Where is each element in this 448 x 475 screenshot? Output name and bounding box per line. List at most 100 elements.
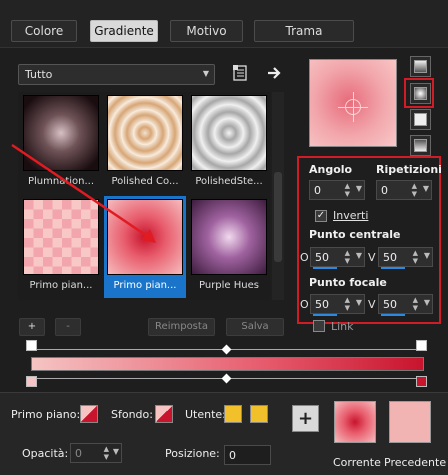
scrollbar-thumb[interactable] (274, 172, 282, 262)
gradient-category-select[interactable]: Tutto ▼ (18, 64, 215, 85)
link-label: Link (331, 320, 354, 333)
arrow-right-icon[interactable] (266, 64, 284, 82)
crosshair-v (353, 92, 354, 122)
save-button[interactable]: Salva (226, 318, 284, 336)
current-label: Corrente (333, 456, 381, 469)
center-v-value: 50 (383, 251, 397, 264)
thumbnail-caption: Primo pian... (29, 280, 93, 291)
category-value: Tutto (25, 68, 53, 81)
chevron-down-icon[interactable]: ▼ (356, 184, 362, 193)
tab-bar: Colore Gradiente Motivo Trama (0, 0, 448, 48)
reset-button[interactable]: Reimposta (148, 318, 215, 336)
angle-stepper[interactable]: 0 ▲ ▼ ▼ (309, 180, 365, 200)
focal-v-label: V (368, 298, 376, 311)
focal-v-slider[interactable] (381, 314, 405, 316)
center-v-label: V (368, 251, 376, 264)
add-gradient-button[interactable]: + (19, 318, 45, 336)
center-point-label: Punto centrale (309, 228, 401, 241)
style-radial-button[interactable] (410, 135, 431, 156)
focal-o-stepper[interactable]: 50 ▲ ▼ ▼ (310, 294, 365, 316)
opacity-label: Opacità: (22, 447, 69, 460)
color-midpoint[interactable] (221, 373, 232, 384)
color-stop-left[interactable] (26, 376, 37, 387)
previous-label: Precedente (384, 456, 447, 469)
style-linear-button[interactable] (410, 56, 431, 77)
position-label: Posizione: (165, 447, 220, 460)
previous-gradient-swatch[interactable] (389, 401, 431, 443)
tab-motivo[interactable]: Motivo (170, 20, 243, 42)
foreground-label: Primo piano: (11, 408, 81, 421)
chevron-down-icon: ▼ (202, 69, 209, 78)
stepper-arrows-icon[interactable]: ▲ ▼ (345, 249, 350, 265)
thumbnail-swatch (191, 199, 267, 275)
center-o-slider[interactable] (313, 267, 337, 269)
tab-trama[interactable]: Trama (254, 20, 354, 42)
opacity-stop-right[interactable] (416, 340, 427, 351)
style-highlight-box (404, 78, 434, 108)
gradient-bar[interactable] (31, 357, 424, 371)
radial-gradient-icon (414, 139, 427, 152)
center-o-stepper[interactable]: 50 ▲ ▼ ▼ (310, 247, 365, 269)
tab-gradiente[interactable]: Gradiente (90, 20, 158, 42)
opacity-stop-left[interactable] (26, 340, 37, 351)
stepper-arrows-icon[interactable]: ▲ ▼ (104, 445, 109, 461)
focal-o-value: 50 (315, 298, 329, 311)
chevron-down-icon[interactable]: ▼ (424, 251, 430, 260)
color-stop-right[interactable] (416, 376, 427, 387)
background-label: Sfondo: (111, 408, 153, 421)
stepper-arrows-icon[interactable]: ▲ ▼ (345, 296, 350, 312)
thumbnail-polished-steel[interactable]: PolishedSte... (188, 92, 270, 194)
annotation-arrow (11, 143, 156, 243)
current-gradient-swatch (334, 401, 376, 443)
stepper-arrows-icon[interactable]: ▲ ▼ (413, 249, 418, 265)
thumbnail-caption: Primo pian... (113, 280, 177, 291)
opacity-midpoint[interactable] (221, 344, 232, 355)
chevron-down-icon[interactable]: ▼ (424, 298, 430, 307)
user-swatch-1[interactable] (224, 405, 242, 423)
chevron-down-icon[interactable]: ▼ (356, 298, 362, 307)
thumbnail-swatch (191, 95, 267, 171)
focal-o-slider[interactable] (313, 314, 337, 316)
style-sunburst-button[interactable] (410, 109, 431, 130)
thumbnail-caption: Purple Hues (199, 280, 259, 291)
chevron-down-icon[interactable]: ▼ (356, 251, 362, 260)
foreground-swatch[interactable] (80, 405, 98, 423)
repeats-stepper[interactable]: 0 ▲ ▼ ▼ (376, 180, 432, 200)
repeats-value: 0 (381, 184, 388, 197)
focal-v-value: 50 (383, 298, 397, 311)
opacity-value: 0 (75, 447, 82, 460)
chevron-down-icon[interactable]: ▼ (423, 184, 429, 193)
linear-gradient-icon (414, 60, 427, 73)
angle-label: Angolo (309, 163, 353, 176)
link-checkbox[interactable] (313, 320, 325, 332)
position-input[interactable]: 0 (224, 445, 271, 465)
repeats-label: Ripetizioni (376, 163, 442, 176)
angle-value: 0 (314, 184, 321, 197)
invert-checkbox[interactable]: ✓ (315, 210, 327, 222)
thumbnail-scrollbar[interactable] (272, 92, 284, 300)
library-options-icon[interactable] (232, 64, 250, 82)
sunburst-gradient-icon (414, 113, 427, 126)
thumbnail-purple-hues[interactable]: Purple Hues (188, 196, 270, 298)
focal-o-label: O (300, 298, 309, 311)
tab-colore[interactable]: Colore (11, 20, 77, 42)
focal-v-stepper[interactable]: 50 ▲ ▼ ▼ (378, 294, 433, 316)
remove-gradient-button[interactable]: - (55, 318, 81, 336)
background-swatch[interactable] (155, 405, 173, 423)
user-label: Utente: (185, 408, 226, 421)
center-v-slider[interactable] (381, 267, 405, 269)
stepper-arrows-icon[interactable]: ▲ ▼ (345, 182, 350, 198)
focal-point-label: Punto focale (309, 276, 387, 289)
gradient-preview[interactable] (309, 59, 397, 147)
center-o-label: O (300, 251, 309, 264)
chevron-down-icon[interactable]: ▼ (113, 447, 119, 456)
add-to-library-button[interactable]: + (292, 405, 319, 432)
user-swatch-2[interactable] (250, 405, 268, 423)
center-o-value: 50 (315, 251, 329, 264)
thumbnail-caption: PolishedSte... (195, 176, 263, 187)
stepper-arrows-icon[interactable]: ▲ ▼ (412, 182, 417, 198)
opacity-stepper[interactable]: 0 ▲ ▼ ▼ (70, 443, 122, 463)
invert-label: Inverti (333, 209, 369, 222)
center-v-stepper[interactable]: 50 ▲ ▼ ▼ (378, 247, 433, 269)
stepper-arrows-icon[interactable]: ▲ ▼ (413, 296, 418, 312)
